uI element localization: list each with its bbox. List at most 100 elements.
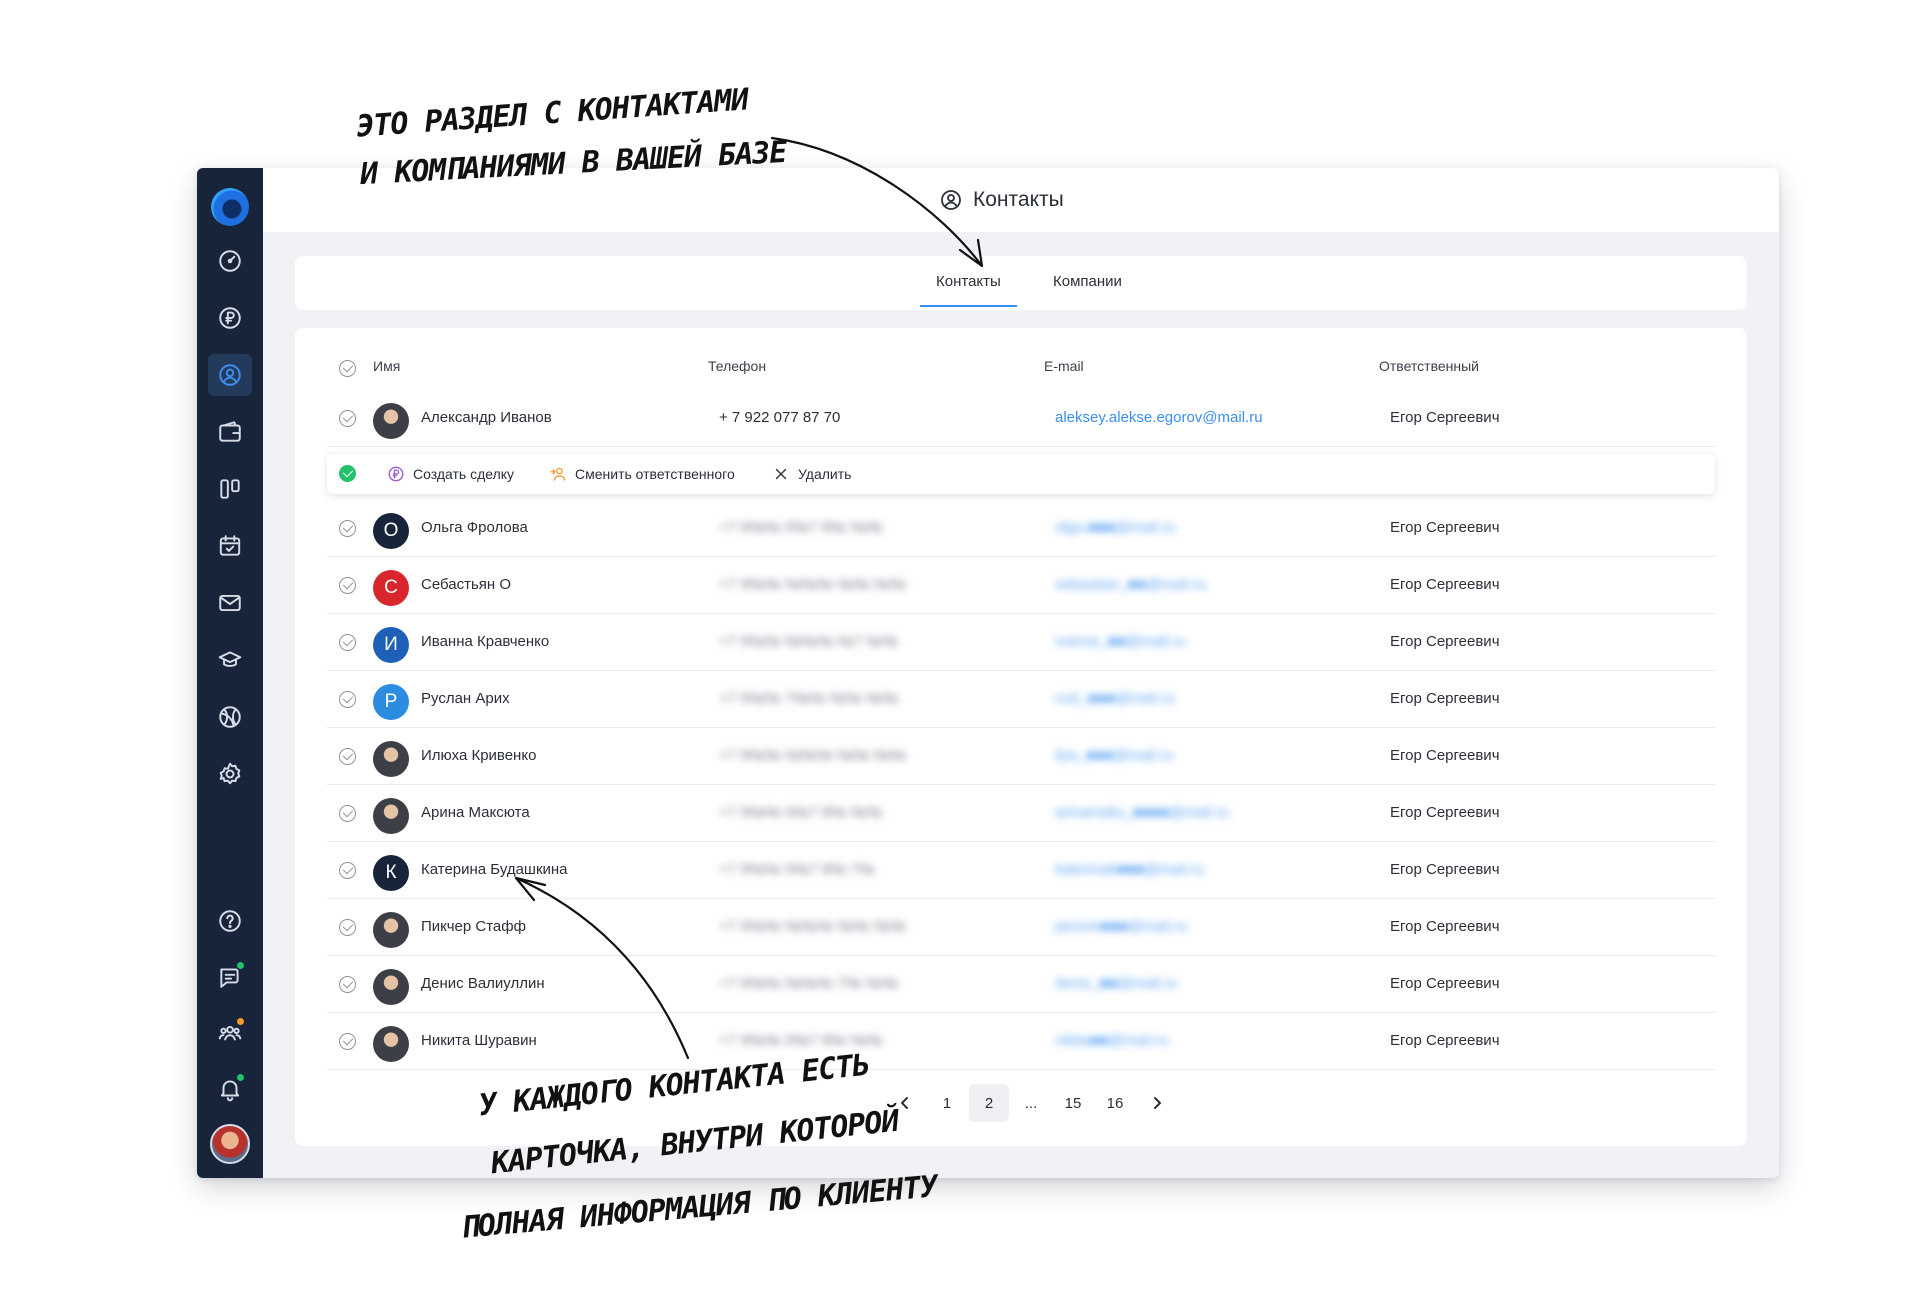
contact-email[interactable]: sebastian_■■@mail.ru [1055,576,1206,593]
sidebar-item-wallet[interactable] [208,411,252,453]
contact-name[interactable]: Илюха Кривенко [421,747,536,764]
column-email[interactable]: E-mail [1044,358,1084,374]
user-avatar[interactable] [210,1124,250,1164]
row-checkbox[interactable] [339,919,356,936]
contact-email[interactable]: rusl_■■■@mail.ru [1055,690,1175,707]
row-checkbox[interactable] [339,634,356,651]
tab-contacts[interactable]: Контакты [920,273,1017,307]
sidebar [197,168,263,1178]
avatar: О [373,513,409,549]
contact-email[interactable]: katerinab■■■@mail.ru [1055,861,1204,878]
sidebar-item-education[interactable] [208,639,252,681]
table-row[interactable]: К Катерина Будашкина +7 9№№ 0№7 8№ 7№ kater… [327,842,1715,899]
select-all-checkbox[interactable] [339,360,356,377]
contact-name[interactable]: Денис Валиуллин [421,975,545,992]
wallet-icon [219,421,241,442]
sidebar-item-team[interactable] [208,1012,252,1054]
table-row[interactable]: Денис Валиуллин +7 9№№ №№№ 7№ №№ denis_■■@… [327,956,1715,1013]
sidebar-item-contacts[interactable] [208,354,252,396]
row-checkbox[interactable] [339,805,356,822]
sidebar-item-calendar[interactable] [208,525,252,567]
avatar: Р [373,684,409,720]
page-16[interactable]: 16 [1095,1084,1135,1122]
contact-name[interactable]: Ольга Фролова [421,519,528,536]
row-checkbox[interactable] [339,410,356,427]
table-row[interactable]: С Себастьян О +7 9№№ №№№ №№ №№ sebastian_■■… [327,557,1715,614]
table-row[interactable]: О Ольга Фролова +7 9№№ 0№7 8№ №№ olga.■■■@m… [327,500,1715,557]
page-1[interactable]: 1 [927,1084,967,1122]
contact-name[interactable]: Никита Шуравин [421,1032,537,1049]
page-15[interactable]: 15 [1053,1084,1093,1122]
dashboard-icon [219,250,241,272]
tab-companies[interactable]: Компании [1053,273,1122,290]
selected-checkbox[interactable] [339,465,356,482]
contact-name[interactable]: Арина Максюта [421,804,530,821]
avatar [373,912,409,948]
contact-responsible: Егор Сергеевич [1390,409,1500,426]
contact-name[interactable]: Пикчер Стафф [421,918,526,935]
table-row[interactable]: Р Руслан Арих +7 9№№ 7№№ №№ №№ rusl_■■■@mai… [327,671,1715,728]
contact-name[interactable]: Иванна Кравченко [421,633,549,650]
settings-icon [219,762,241,785]
column-responsible[interactable]: Ответственный [1379,358,1479,374]
row-checkbox[interactable] [339,748,356,765]
row-checkbox[interactable] [339,1033,356,1050]
contact-email[interactable]: nikita■■@mail.ru [1055,1032,1168,1049]
change-responsible-button[interactable]: Сменить ответственного [549,465,735,483]
annotation-top-line1: ЭТО РАЗДЕЛ С КОНТАКТАМИ [355,82,750,145]
create-deal-button[interactable]: Создать сделку [387,465,514,483]
table-row[interactable]: Никита Шуравин +7 9№№ 0№7 8№ №№ nikita■■@m… [327,1013,1715,1070]
contact-name[interactable]: Катерина Будашкина [421,861,568,878]
table-row[interactable]: Арина Максюта +7 9№№ 0№7 8№ №№ arinamaks_■… [327,785,1715,842]
close-icon [775,468,787,480]
contact-name[interactable]: Александр Иванов [421,409,552,426]
contact-name[interactable]: Себастьян О [421,576,511,593]
contact-responsible: Егор Сергеевич [1390,747,1500,764]
sidebar-item-integrations[interactable] [208,696,252,738]
table-row[interactable]: Александр Иванов + 7 922 077 87 70 aleks… [327,390,1715,447]
contacts-icon [941,190,961,210]
row-checkbox[interactable] [339,976,356,993]
row-checkbox[interactable] [339,691,356,708]
kanban-icon [220,479,240,499]
avatar [373,741,409,777]
sidebar-bottom [208,900,252,1164]
sidebar-item-notifications[interactable] [208,1068,252,1110]
contact-responsible: Егор Сергеевич [1390,576,1500,593]
contact-email[interactable]: aleksey.alekse.egorov@mail.ru [1055,409,1263,426]
sidebar-item-help[interactable] [208,900,252,942]
mail-icon [219,594,241,612]
row-checkbox[interactable] [339,862,356,879]
avatar: И [373,627,409,663]
logo[interactable] [211,188,249,226]
table-row[interactable]: Пикчер Стафф +7 9№№ №№№ №№ №№ picture■■■@m… [327,899,1715,956]
sidebar-item-dashboard[interactable] [208,240,252,282]
delete-button[interactable]: Удалить [772,465,851,483]
crm-window: Контакты Контакты Компании Имя Телефон E… [197,168,1779,1178]
education-icon [218,651,242,667]
sidebar-item-settings[interactable] [208,753,252,795]
table-row[interactable]: И Иванна Кравченко +7 9№№ №№№ №7 №№ ivanna_… [327,614,1715,671]
avatar [373,969,409,1005]
table-row[interactable]: Илюха Кривенко +7 9№№ №№№ №№ №№ ilya_■■■@m… [327,728,1715,785]
sidebar-item-mail[interactable] [208,582,252,624]
row-checkbox[interactable] [339,577,356,594]
contact-email[interactable]: denis_■■@mail.ru [1055,975,1178,992]
column-phone[interactable]: Телефон [708,358,766,374]
sidebar-item-pipeline[interactable] [208,468,252,510]
annotation-bottom-line3: ПОЛНАЯ ИНФОРМАЦИЯ ПО КЛИЕНТУ [459,1169,939,1246]
page-2[interactable]: 2 [969,1084,1009,1122]
sidebar-item-deals[interactable] [208,297,252,339]
contact-email[interactable]: arinamaks_■■■■@mail.ru [1055,804,1229,821]
sidebar-item-chat[interactable] [208,956,252,998]
next-page-button[interactable] [1137,1084,1177,1122]
avatar: С [373,570,409,606]
column-name[interactable]: Имя [373,358,400,374]
contact-name[interactable]: Руслан Арих [421,690,510,707]
contact-email[interactable]: ivanna_■■@mail.ru [1055,633,1186,650]
contact-email[interactable]: ilya_■■■@mail.ru [1055,747,1173,764]
user-swap-icon [550,467,566,481]
row-checkbox[interactable] [339,520,356,537]
contact-email[interactable]: picture■■■@mail.ru [1055,918,1187,935]
contact-email[interactable]: olga.■■■@mail.ru [1055,519,1175,536]
